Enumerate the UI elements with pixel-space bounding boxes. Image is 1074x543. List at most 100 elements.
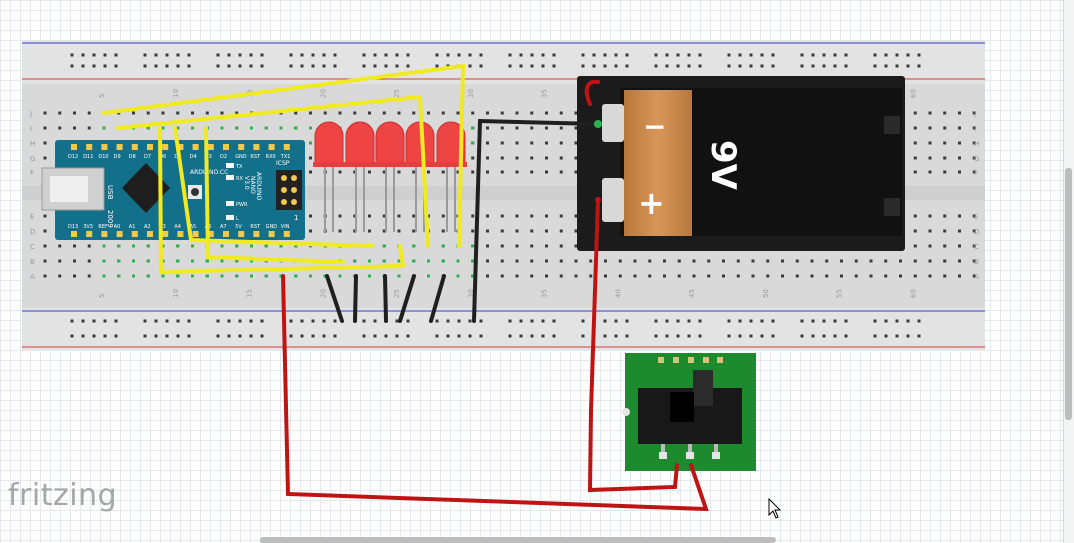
hole[interactable] [397,111,401,115]
hole[interactable] [87,244,91,248]
hole[interactable] [589,259,593,263]
hole[interactable] [471,156,475,160]
hole[interactable] [722,274,725,278]
rail-hole[interactable] [176,319,180,323]
hole[interactable] [618,274,622,278]
hole[interactable] [515,111,519,115]
hole-connected[interactable] [191,244,194,248]
rail-hole[interactable] [581,319,585,323]
rail-hole[interactable] [614,334,618,338]
hole[interactable] [574,259,578,263]
hole[interactable] [559,229,563,233]
rail-hole[interactable] [227,319,231,323]
rail-hole[interactable] [811,64,815,68]
rail-hole[interactable] [238,319,242,323]
hole[interactable] [220,111,224,115]
hole[interactable] [707,259,711,263]
rail-hole[interactable] [727,53,731,57]
rail-hole[interactable] [457,53,461,57]
hole[interactable] [884,274,888,278]
hole[interactable] [323,111,327,115]
hole[interactable] [515,126,519,130]
rail-hole[interactable] [552,64,556,68]
rail-hole[interactable] [249,319,253,323]
hole[interactable] [943,111,947,115]
hole[interactable] [840,259,843,263]
hole[interactable] [397,170,401,174]
hole[interactable] [161,111,165,115]
hole[interactable] [899,274,902,278]
hole[interactable] [500,259,504,263]
rail-hole[interactable] [143,64,147,68]
rail-hole[interactable] [676,53,680,57]
hole-connected[interactable] [471,141,475,145]
rail-hole[interactable] [592,53,596,57]
hole-connected[interactable] [176,259,180,263]
hole[interactable] [913,214,917,218]
hole[interactable] [427,111,430,115]
hole[interactable] [530,244,534,248]
black-wire-3[interactable] [383,274,388,323]
hole[interactable] [928,111,932,115]
hole-connected[interactable] [427,274,430,278]
hole[interactable] [663,274,666,278]
hole-connected[interactable] [146,274,150,278]
rail-hole[interactable] [822,334,826,338]
hole[interactable] [559,274,563,278]
hole[interactable] [958,259,961,263]
hole[interactable] [456,111,460,115]
rail-hole[interactable] [603,53,607,57]
rail-hole[interactable] [300,319,304,323]
hole-connected[interactable] [294,126,298,130]
hole[interactable] [73,111,76,115]
hole-connected[interactable] [117,274,121,278]
hole-connected[interactable] [146,259,150,263]
hole[interactable] [397,214,401,218]
rail-hole[interactable] [260,334,264,338]
hole-connected[interactable] [471,126,475,130]
hole[interactable] [515,156,519,160]
hole-connected[interactable] [205,259,209,263]
hole[interactable] [928,141,932,145]
rail-hole[interactable] [260,319,264,323]
hole[interactable] [545,111,548,115]
rail-hole[interactable] [92,64,96,68]
hole[interactable] [309,111,312,115]
hole[interactable] [692,259,696,263]
rail-hole[interactable] [603,334,607,338]
hole[interactable] [913,111,917,115]
rail-hole[interactable] [581,334,585,338]
rail-hole[interactable] [625,53,629,57]
hole[interactable] [441,214,445,218]
hole[interactable] [943,229,947,233]
hole[interactable] [87,111,91,115]
rail-hole[interactable] [249,53,253,57]
rail-hole[interactable] [238,334,242,338]
hole-connected[interactable] [205,274,209,278]
rail-hole[interactable] [687,53,691,57]
rail-hole[interactable] [665,334,669,338]
rail-hole[interactable] [479,334,483,338]
rail-hole[interactable] [165,64,169,68]
hole[interactable] [58,244,62,248]
hole[interactable] [928,214,932,218]
rail-hole[interactable] [395,53,399,57]
rail-hole[interactable] [227,53,231,57]
hole[interactable] [309,214,312,218]
rail-hole[interactable] [884,319,888,323]
rail-hole[interactable] [581,53,585,57]
hole[interactable] [545,274,548,278]
hole[interactable] [545,229,548,233]
rail-hole[interactable] [771,53,775,57]
rail-hole[interactable] [833,334,837,338]
rail-hole[interactable] [873,64,877,68]
rail-hole[interactable] [70,334,74,338]
hole[interactable] [545,170,548,174]
rail-hole[interactable] [165,53,169,57]
rail-hole[interactable] [603,64,607,68]
hole-connected[interactable] [456,274,460,278]
rail-hole[interactable] [738,319,742,323]
hole[interactable] [559,156,563,160]
hole[interactable] [736,274,740,278]
hole-connected[interactable] [264,244,268,248]
